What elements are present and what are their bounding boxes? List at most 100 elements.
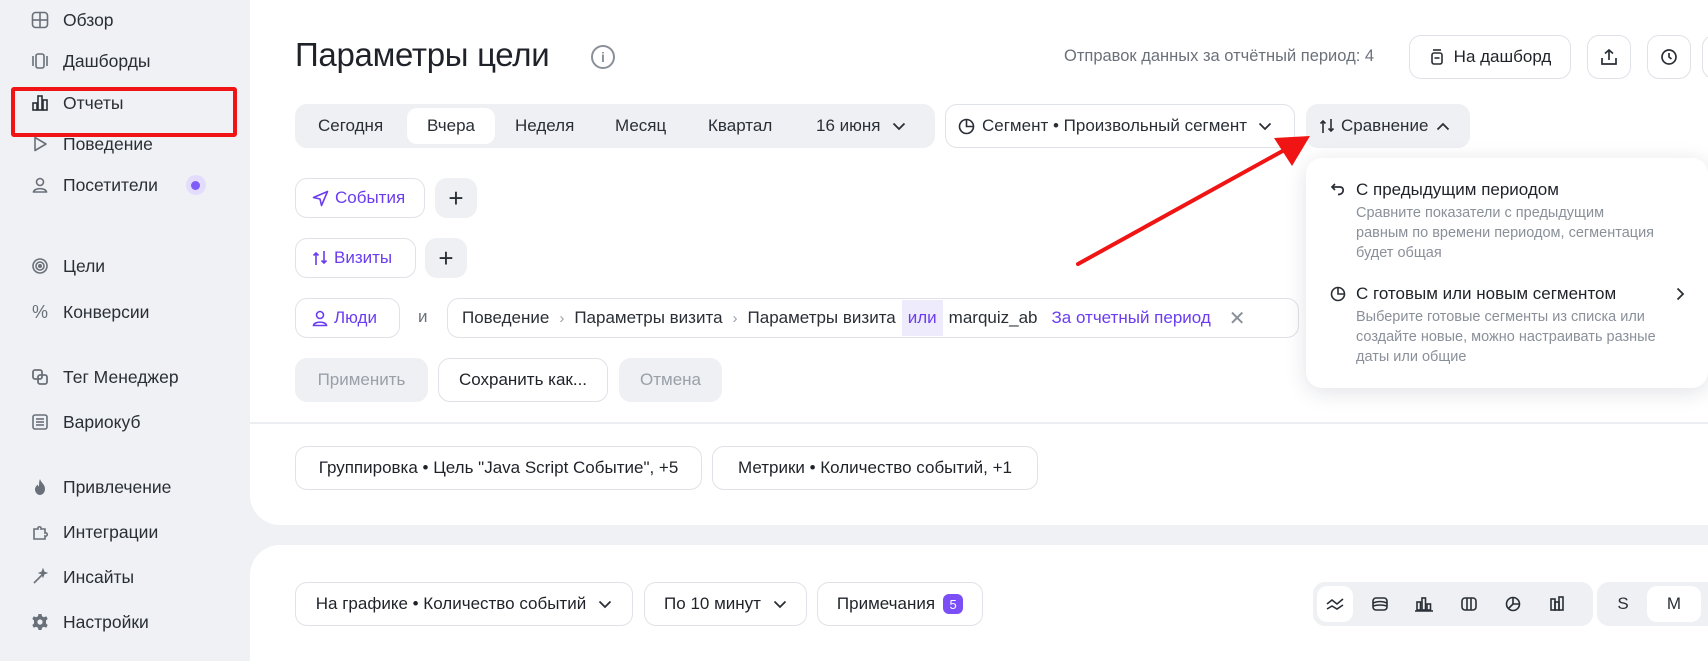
sidebar-item-settings[interactable]: Настройки — [30, 607, 149, 637]
filter-part: Поведение — [462, 308, 550, 327]
sidebar-item-conversions[interactable]: % Конверсии — [30, 297, 149, 327]
size-m-button[interactable]: M — [1647, 586, 1701, 622]
chevron-down-icon — [892, 122, 906, 131]
people-label: Люди — [334, 308, 377, 327]
info-icon[interactable]: i — [591, 45, 615, 69]
filter-part: Параметры визита — [747, 308, 896, 327]
and-label: и — [418, 307, 428, 326]
chevron-down-icon — [598, 600, 612, 609]
events-label: События — [335, 188, 406, 207]
chevron-right-icon — [1676, 287, 1685, 301]
histogram-icon[interactable] — [1540, 586, 1576, 622]
filter-part: Параметры визита — [574, 308, 723, 327]
sidebar-item-tag-manager[interactable]: Тег Менеджер — [30, 362, 179, 392]
sidebar-item-label: Настройки — [63, 611, 149, 632]
variocube-icon — [30, 412, 50, 432]
sidebar-item-dashboards[interactable]: Дашборды — [30, 46, 151, 76]
period-month[interactable]: Месяц — [607, 108, 674, 144]
chevron-up-icon — [1436, 122, 1450, 131]
more-button[interactable] — [1702, 35, 1708, 79]
dropdown-item-title: С готовым или новым сегментом — [1356, 284, 1617, 303]
notes-label: Примечания — [836, 594, 936, 613]
column-chart-icon[interactable] — [1451, 586, 1487, 622]
interval-label: По 10 минут — [664, 594, 761, 613]
sidebar-item-acquisition[interactable]: Привлечение — [30, 472, 171, 502]
compare-icon — [1319, 117, 1335, 135]
sidebar-item-label: Цели — [63, 255, 106, 276]
compare-icon — [312, 249, 328, 267]
sidebar-item-insights[interactable]: Инсайты — [30, 562, 134, 592]
status-dot — [185, 175, 206, 195]
to-dashboard-button[interactable]: На дашборд — [1409, 35, 1571, 79]
stacked-area-icon[interactable] — [1362, 586, 1398, 622]
comparison-dropdown: С предыдущим периодом Сравните показател… — [1306, 158, 1708, 388]
save-as-button[interactable]: Сохранить как... — [438, 358, 608, 402]
sidebar-item-label: Привлечение — [63, 476, 172, 497]
dropdown-item-title: С предыдущим периодом — [1356, 180, 1559, 199]
comparison-button[interactable]: Сравнение — [1306, 104, 1470, 148]
period-yesterday[interactable]: Вчера — [407, 108, 495, 144]
annotation-arrow — [1076, 136, 1310, 266]
cancel-button[interactable]: Отмена — [619, 358, 722, 402]
filter-value: marquiz_ab — [948, 308, 1038, 327]
period-date[interactable]: 16 июня — [808, 108, 914, 144]
on-chart-label: На графике • Количество событий — [315, 594, 587, 613]
filter-condition[interactable]: Поведение › Параметры визита › Параметры… — [447, 298, 1299, 338]
filter-operator[interactable]: или — [901, 300, 943, 336]
sidebar-item-label: Тег Менеджер — [63, 366, 179, 387]
dropdown-item-desc: Выберите готовые сегменты из списка или … — [1356, 309, 1656, 365]
sidebar-item-visitors[interactable]: Посетители — [30, 170, 206, 200]
dropdown-item-segment[interactable]: С готовым или новым сегментом Выберите г… — [1330, 284, 1700, 367]
sidebar-item-behavior[interactable]: Поведение — [30, 129, 153, 159]
sidebar-item-goals[interactable]: Цели — [30, 251, 105, 281]
sends-count: Отправок данных за отчётный период: 4 — [1064, 47, 1375, 65]
sidebar-item-label: Вариокуб — [63, 411, 141, 432]
bar-chart-icon[interactable] — [1406, 586, 1442, 622]
dashboard-icon — [1429, 48, 1445, 66]
size-s-button[interactable]: S — [1605, 586, 1641, 622]
history-button[interactable] — [1647, 35, 1691, 79]
sidebar-item-label: Обзор — [63, 9, 114, 30]
pie-chart-icon[interactable] — [1495, 586, 1531, 622]
add-visits-button[interactable]: + — [425, 238, 467, 278]
dropdown-item-desc: Сравните показатели с предыдущим равным … — [1356, 205, 1655, 261]
interval-select[interactable]: По 10 минут — [644, 582, 807, 626]
send-icon — [312, 190, 329, 207]
sidebar-item-label: Поведение — [63, 133, 153, 154]
line-chart-icon[interactable] — [1317, 586, 1353, 622]
puzzle-icon — [30, 522, 50, 542]
people-chip[interactable]: Люди — [295, 298, 400, 338]
close-icon[interactable]: ✕ — [1229, 306, 1246, 331]
sidebar-item-variocube[interactable]: Вариокуб — [30, 407, 140, 437]
undo-icon — [1330, 182, 1350, 198]
fire-icon — [30, 477, 50, 497]
period-quarter[interactable]: Квартал — [700, 108, 780, 144]
sidebar-item-label: Инсайты — [63, 566, 135, 587]
add-events-button[interactable]: + — [435, 178, 477, 218]
events-chip[interactable]: События — [295, 178, 425, 218]
user-icon — [312, 310, 328, 327]
on-chart-select[interactable]: На графике • Количество событий — [295, 582, 633, 626]
grouping-button[interactable]: Группировка • Цель "Java Script Событие"… — [295, 446, 702, 490]
play-icon — [30, 134, 50, 154]
tag-manager-icon — [30, 367, 50, 387]
visits-label: Визиты — [334, 248, 393, 267]
upload-icon — [1600, 48, 1618, 66]
pie-icon — [958, 118, 975, 135]
apply-button[interactable]: Применить — [295, 358, 428, 402]
sidebar-item-integrations[interactable]: Интеграции — [30, 517, 158, 547]
metrics-button[interactable]: Метрики • Количество событий, +1 — [712, 446, 1038, 490]
chevron-down-icon — [773, 600, 787, 609]
period-week[interactable]: Неделя — [507, 108, 582, 144]
visits-chip[interactable]: Визиты — [295, 238, 416, 278]
period-today[interactable]: Сегодня — [310, 108, 391, 144]
sidebar-item-label: Конверсии — [63, 301, 150, 322]
sidebar-item-overview[interactable]: Обзор — [30, 5, 114, 35]
export-button[interactable] — [1587, 35, 1631, 79]
dropdown-item-previous-period[interactable]: С предыдущим периодом Сравните показател… — [1330, 180, 1700, 263]
notes-button[interactable]: Примечания 5 — [817, 582, 983, 626]
chevron-right-icon: › — [732, 309, 738, 327]
filter-period[interactable]: За отчетный период — [1052, 308, 1211, 328]
divider — [250, 422, 1708, 424]
pie-icon — [1330, 286, 1350, 302]
